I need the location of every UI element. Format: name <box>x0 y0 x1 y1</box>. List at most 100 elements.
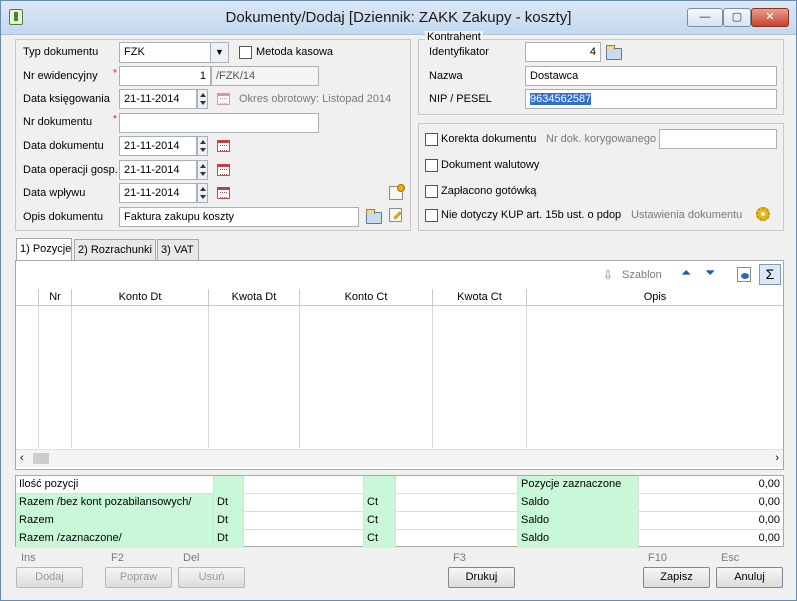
summary-cell <box>364 476 396 494</box>
nr-korygowanego-label: Nr dok. korygowanego <box>546 133 657 145</box>
view-icon[interactable] <box>737 267 751 282</box>
tab-rozrachunki[interactable]: 2) Rozrachunki <box>74 239 156 260</box>
summary-row: Razem Dt Ct Saldo 0,00 <box>16 512 783 530</box>
anuluj-button[interactable]: Anuluj <box>716 567 783 588</box>
window-title: Dokumenty/Dodaj [Dziennik: ZAKK Zakupy -… <box>225 9 572 26</box>
nazwa-label: Nazwa <box>429 70 463 82</box>
scroll-right-icon[interactable]: › <box>775 452 779 464</box>
ct-label: Ct <box>364 530 396 548</box>
scrollbar-thumb[interactable] <box>33 453 49 464</box>
identyfikator-label: Identyfikator <box>429 46 489 58</box>
grid-header-nr[interactable]: Nr <box>39 289 72 306</box>
summary-table: Ilość pozycji Pozycje zaznaczone 0,00 Ra… <box>15 475 784 548</box>
move-down-icon[interactable]: ⏷ <box>705 265 715 281</box>
required-marker: * <box>113 68 117 79</box>
walutowy-checkbox[interactable] <box>425 159 438 172</box>
grid-header-konto-ct[interactable]: Konto Ct <box>300 289 433 306</box>
ilosc-pozycji-label: Ilość pozycji <box>16 476 214 494</box>
required-marker: * <box>113 114 117 125</box>
calendar-icon[interactable] <box>217 164 230 176</box>
esc-key-hint: Esc <box>721 552 740 564</box>
szablon-button[interactable]: Szablon <box>622 269 662 281</box>
folder-icon[interactable] <box>366 209 382 224</box>
data-operacji-input[interactable]: 21-11-2014 <box>119 160 197 180</box>
horizontal-scrollbar[interactable]: ‹ › <box>16 449 783 467</box>
calendar-icon[interactable] <box>217 187 230 199</box>
nr-korygowanego-input[interactable] <box>659 129 777 149</box>
grid-header-opis[interactable]: Opis <box>527 289 783 306</box>
date-spinner[interactable] <box>197 89 208 109</box>
tab-pozycje[interactable]: 1) Pozycje <box>16 238 72 260</box>
summary-value: 0,00 <box>758 514 780 526</box>
metoda-kasowa-checkbox[interactable] <box>239 46 252 59</box>
settings-gear-icon[interactable] <box>389 184 405 200</box>
sum-icon[interactable]: Σ <box>759 264 781 285</box>
minimize-button[interactable]: — <box>687 8 723 27</box>
data-ksiegowania-label: Data księgowania <box>23 93 110 105</box>
scroll-left-icon[interactable]: ‹ <box>20 452 24 464</box>
arrow-down-icon[interactable]: ⇩ <box>603 268 613 282</box>
korekta-checkbox[interactable] <box>425 133 438 146</box>
summary-row: Razem /bez kont pozabilansowych/ Dt Ct S… <box>16 494 783 512</box>
kup-checkbox[interactable] <box>425 209 438 222</box>
zapisz-button[interactable]: Zapisz <box>643 567 710 588</box>
grid-column <box>433 306 527 448</box>
popraw-button[interactable]: Popraw <box>105 567 172 588</box>
razem-zaznaczone-label: Razem /zaznaczone/ <box>16 530 214 548</box>
dodaj-button[interactable]: Dodaj <box>16 567 83 588</box>
nazwa-input[interactable]: Dostawca <box>525 66 777 86</box>
data-dokumentu-label: Data dokumentu <box>23 140 104 152</box>
metoda-kasowa-label: Metoda kasowa <box>256 46 334 58</box>
grid-header-kwota-ct[interactable]: Kwota Ct <box>433 289 527 306</box>
tab-vat[interactable]: 3) VAT <box>157 239 199 260</box>
summary-cell <box>214 476 244 494</box>
nip-input[interactable]: 9634562587 <box>525 89 777 109</box>
data-operacji-label: Data operacji gosp. <box>23 164 118 176</box>
summary-row: Ilość pozycji Pozycje zaznaczone 0,00 <box>16 476 783 494</box>
grid-column <box>300 306 433 448</box>
data-ksiegowania-input[interactable]: 21-11-2014 <box>119 89 197 109</box>
summary-value: 0,00 <box>758 496 780 508</box>
data-dokumentu-input[interactable]: 21-11-2014 <box>119 136 197 156</box>
date-spinner[interactable] <box>197 136 208 156</box>
nr-ewidencyjny-input[interactable]: 1 <box>119 66 211 86</box>
summary-cell <box>396 512 518 530</box>
summary-value: 0,00 <box>758 478 780 490</box>
calendar-icon[interactable] <box>217 140 230 152</box>
grid-header-konto-dt[interactable]: Konto Dt <box>72 289 209 306</box>
close-button[interactable]: ✕ <box>751 8 789 27</box>
nr-dokumentu-input[interactable] <box>119 113 319 133</box>
f2-key-hint: F2 <box>111 552 124 564</box>
nr-dokumentu-label: Nr dokumentu <box>23 116 93 128</box>
grid-column <box>209 306 300 448</box>
identyfikator-input[interactable]: 4 <box>525 42 601 62</box>
okres-obrotowy: Okres obrotowy: Listopad 2014 <box>239 93 392 105</box>
opis-dokumentu-label: Opis dokumentu <box>23 211 104 223</box>
opis-dokumentu-input[interactable]: Faktura zakupu koszty <box>119 207 359 227</box>
date-spinner[interactable] <box>197 183 208 203</box>
data-wplywu-input[interactable]: 21-11-2014 <box>119 183 197 203</box>
chevron-down-icon[interactable]: ▼ <box>210 43 228 62</box>
dt-label: Dt <box>214 494 244 512</box>
f3-key-hint: F3 <box>453 552 466 564</box>
edit-icon[interactable] <box>389 208 402 222</box>
folder-icon[interactable] <box>606 45 622 60</box>
nr-ewidencyjny-suffix: /FZK/14 <box>211 66 319 86</box>
date-spinner[interactable] <box>197 160 208 180</box>
usun-button[interactable]: Usuń <box>178 567 245 588</box>
maximize-button[interactable]: ▢ <box>723 8 751 27</box>
drukuj-button[interactable]: Drukuj <box>448 567 515 588</box>
dt-label: Dt <box>214 512 244 530</box>
calendar-icon[interactable] <box>217 93 230 105</box>
saldo-label: Saldo <box>518 494 639 512</box>
grid-header-blank <box>16 289 39 306</box>
move-up-icon[interactable]: ⏶ <box>681 265 691 281</box>
korekta-label: Korekta dokumentu <box>441 133 537 145</box>
razem-label: Razem <box>16 512 214 530</box>
settings-gear-icon[interactable] <box>756 207 770 221</box>
summary-value: 0,00 <box>758 532 780 544</box>
gotowka-checkbox[interactable] <box>425 185 438 198</box>
grid-header-kwota-dt[interactable]: Kwota Dt <box>209 289 300 306</box>
saldo-label: Saldo <box>518 512 639 530</box>
summary-cell <box>396 530 518 548</box>
